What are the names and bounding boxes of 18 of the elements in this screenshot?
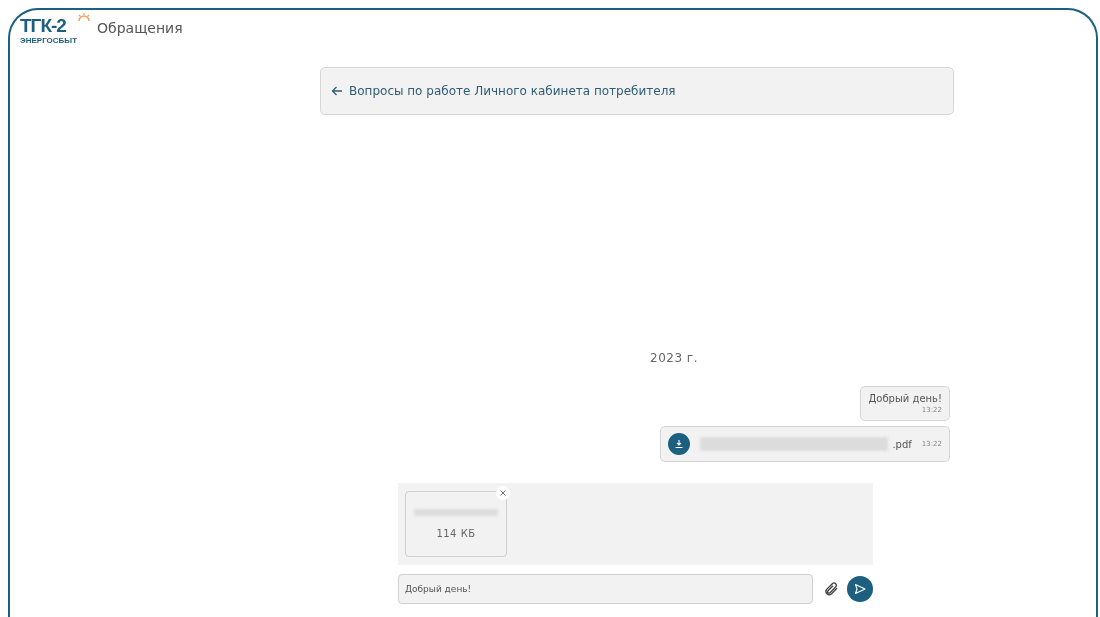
download-button[interactable] [668, 433, 691, 455]
send-icon [854, 583, 866, 595]
page-title: Обращения [97, 20, 183, 36]
remove-button[interactable] [496, 486, 510, 500]
paperclip-icon [823, 581, 839, 597]
logo-subtitle: ЭНЕРГОСБЫТ [20, 36, 78, 45]
file-extension: .pdf [892, 438, 912, 450]
attach-button[interactable] [823, 581, 839, 597]
back-arrow-icon [331, 85, 343, 97]
close-icon [500, 490, 506, 496]
topic-back-button[interactable]: Вопросы по работе Личного кабинета потребителя [320, 67, 954, 115]
file-size: 114 КБ [436, 528, 476, 539]
date-divider: 2023 г. [650, 351, 698, 365]
download-icon [674, 439, 685, 449]
message-input[interactable]: Добрый день! [398, 574, 813, 604]
send-button[interactable] [847, 576, 873, 602]
message-text: Добрый день! [868, 393, 942, 404]
logo-name: ТГК-2 [20, 16, 67, 36]
